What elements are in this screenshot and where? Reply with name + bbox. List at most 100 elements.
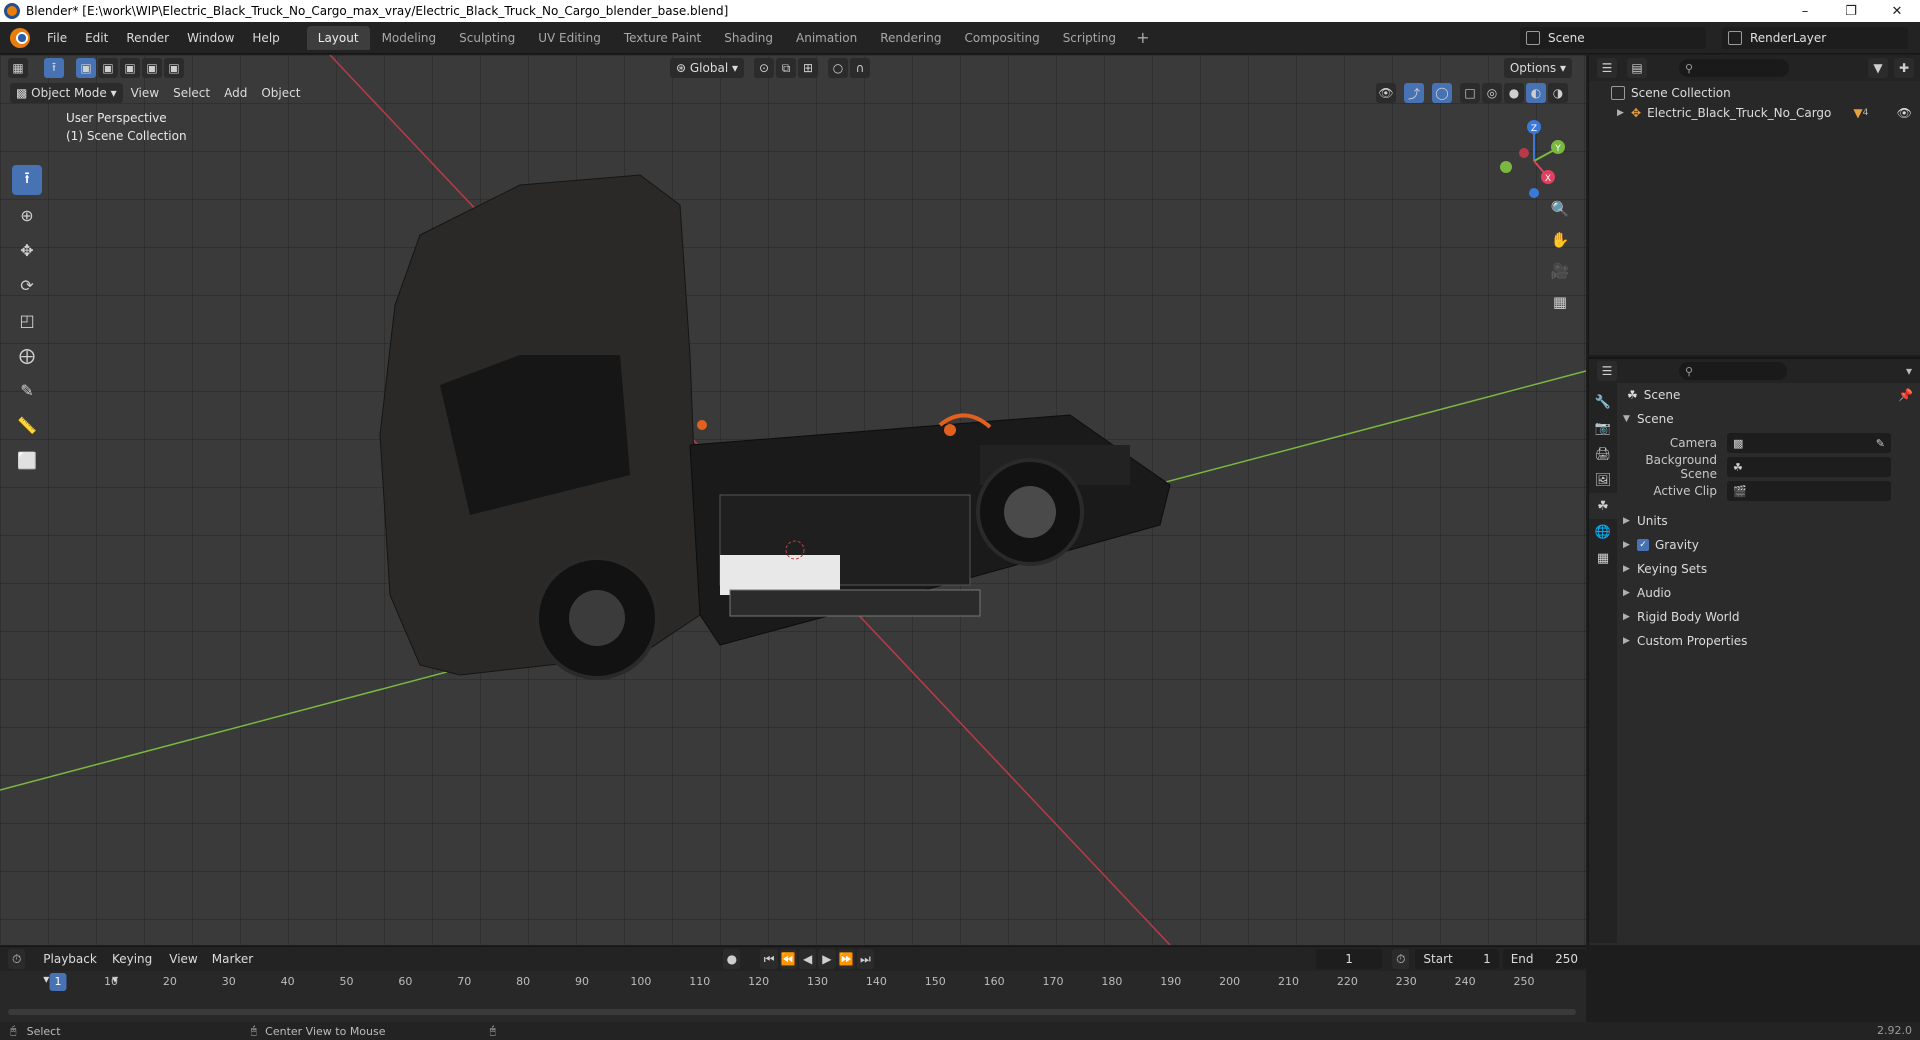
render-layer-selector[interactable]: RenderLayer — [1722, 27, 1908, 49]
background-scene-field[interactable]: ☘ — [1727, 457, 1891, 477]
menu-edit[interactable]: Edit — [76, 27, 117, 49]
snap-icon[interactable]: ⧉ — [776, 58, 796, 78]
ortho-grid-icon[interactable]: ▦ — [1546, 288, 1574, 316]
active-clip-field[interactable]: 🎬 — [1727, 481, 1891, 501]
tab-shading[interactable]: Shading — [713, 26, 784, 50]
visibility-icon[interactable]: 👁 — [1376, 83, 1396, 103]
camera-view-icon[interactable]: 🎥 — [1546, 257, 1574, 285]
add-cube-tool-icon[interactable]: ⬜ — [12, 445, 42, 475]
blender-logo-icon[interactable] — [10, 27, 30, 48]
menu-window[interactable]: Window — [178, 27, 243, 49]
select-new-icon[interactable]: ▣ — [76, 58, 96, 78]
select-invert-icon[interactable]: ▣ — [142, 58, 162, 78]
material-preview-icon[interactable]: ◐ — [1526, 83, 1546, 103]
zoom-icon[interactable]: 🔍 — [1546, 195, 1574, 223]
timeline-editor-icon[interactable]: ⏱ — [8, 949, 26, 969]
options-button[interactable]: Options ▾ — [1503, 58, 1572, 78]
outliner-object-row[interactable]: ▶ ✥ Electric_Black_Truck_No_Cargo ▼ 4 👁 — [1589, 103, 1920, 123]
outliner-search-input[interactable]: ⚲ — [1679, 59, 1789, 77]
play-reverse-icon[interactable]: ◀ — [799, 949, 817, 969]
current-frame-marker[interactable]: 1 — [49, 973, 67, 991]
tab-layout[interactable]: Layout — [306, 25, 370, 50]
pan-hand-icon[interactable]: ✋ — [1546, 226, 1574, 254]
tab-modeling[interactable]: Modeling — [371, 26, 448, 50]
tab-texture-paint[interactable]: Texture Paint — [613, 26, 712, 50]
properties-search-input[interactable]: ⚲ — [1679, 362, 1787, 380]
render-tab-icon[interactable]: 📷 — [1589, 415, 1617, 441]
measure-tool-icon[interactable]: 📏 — [12, 410, 42, 440]
scale-tool-icon[interactable]: ◰ — [12, 305, 42, 335]
navigation-gizmo[interactable]: Z Y X — [1492, 115, 1572, 205]
overlay-toggle-icon[interactable]: ◯ — [1432, 83, 1452, 103]
menu-file[interactable]: File — [38, 27, 76, 49]
world-tab-icon[interactable]: 🌐 — [1589, 519, 1617, 545]
viewport-menu-add[interactable]: Add — [218, 83, 253, 103]
camera-field[interactable]: ▩ ✎ — [1727, 433, 1891, 453]
eyedropper-icon[interactable]: ✎ — [1876, 437, 1885, 450]
properties-dropdown-icon[interactable]: ▾ — [1906, 364, 1912, 378]
transform-orientation-dropdown[interactable]: ⊛ Global ▾ — [670, 58, 744, 78]
timeline-menu-view[interactable]: View — [163, 949, 203, 969]
scene-panel-header[interactable]: ▼ Scene — [1617, 407, 1920, 431]
timeline-ruler[interactable]: 1 10 20 30 40 50 60 70 80 90 100 110 120 130 140 150 160… — [0, 971, 1586, 993]
cursor-tool-icon[interactable]: ⊕ — [12, 200, 42, 230]
viewport-menu-select[interactable]: Select — [167, 83, 216, 103]
jump-start-icon[interactable]: ⏮ — [760, 949, 778, 969]
gravity-panel[interactable]: ▶ ✓ Gravity — [1617, 533, 1920, 557]
expand-arrow-icon[interactable]: ▶ — [1617, 108, 1631, 118]
timeline-menu-keying[interactable]: Keying ▾ — [106, 949, 161, 986]
snap-target-icon[interactable]: ⊞ — [798, 58, 818, 78]
eye-visibility-icon[interactable]: 👁 — [1897, 106, 1912, 120]
add-workspace-button[interactable]: + — [1128, 26, 1157, 50]
editor-type-icon[interactable]: ▦ — [8, 58, 28, 78]
output-tab-icon[interactable]: 🖨 — [1589, 441, 1617, 467]
restore-button[interactable]: ❐ — [1828, 0, 1874, 22]
minimize-button[interactable]: – — [1782, 0, 1828, 22]
view-layer-tab-icon[interactable]: 🖼 — [1589, 467, 1617, 493]
outliner-scene-collection[interactable]: Scene Collection — [1589, 83, 1920, 103]
outliner-editor-icon[interactable]: ☰ — [1597, 58, 1617, 78]
custom-properties-panel[interactable]: ▶ Custom Properties — [1617, 629, 1920, 653]
rigid-body-panel[interactable]: ▶ Rigid Body World — [1617, 605, 1920, 629]
tab-sculpting[interactable]: Sculpting — [448, 26, 526, 50]
units-panel[interactable]: ▶ Units — [1617, 509, 1920, 533]
end-frame-field[interactable]: End 250 — [1502, 949, 1587, 969]
select-subtract-icon[interactable]: ▣ — [120, 58, 140, 78]
tool-tab-icon[interactable]: 🔧 — [1589, 389, 1617, 415]
viewport-menu-view[interactable]: View — [125, 83, 165, 103]
prev-keyframe-icon[interactable]: ⏪ — [779, 949, 798, 969]
select-box-tool-icon[interactable]: ⭱ — [12, 165, 42, 195]
timeline-scrollbar[interactable] — [8, 1009, 1576, 1015]
xray-toggle-icon[interactable]: □ — [1460, 83, 1480, 103]
timeline-menu-playback[interactable]: Playback ▾ — [37, 949, 104, 986]
scene-tab-icon[interactable]: ☘ — [1589, 493, 1617, 519]
menu-render[interactable]: Render — [117, 27, 178, 49]
start-frame-field[interactable]: Start 1 — [1415, 949, 1499, 969]
preview-range-icon[interactable]: ⏱ — [1392, 949, 1410, 969]
object-mode-dropdown[interactable]: ▩ Object Mode ▾ — [10, 83, 123, 103]
filter-icon[interactable]: ▼ — [1868, 58, 1888, 78]
current-frame-field[interactable]: 1 — [1316, 949, 1383, 969]
pivot-point-icon[interactable]: ⊙ — [754, 58, 774, 78]
select-extend-icon[interactable]: ▣ — [98, 58, 118, 78]
move-tool-icon[interactable]: ✥ — [12, 235, 42, 265]
proportional-edit-icon[interactable]: ○ — [828, 58, 848, 78]
record-icon[interactable]: ● — [723, 949, 741, 969]
solid-shading-icon[interactable]: ● — [1504, 83, 1524, 103]
play-icon[interactable]: ▶ — [818, 949, 836, 969]
pin-icon[interactable]: 📌 — [1898, 388, 1913, 402]
rendered-shading-icon[interactable]: ◑ — [1548, 83, 1568, 103]
gravity-checkbox[interactable]: ✓ — [1637, 539, 1649, 551]
3d-viewport[interactable]: ▦ ⭱ ▣ ▣ ▣ ▣ ▣ ⊛ Global ▾ ⊙ ⧉ ⊞ ○ ∩ Optio… — [0, 55, 1586, 945]
tab-rendering[interactable]: Rendering — [869, 26, 952, 50]
select-tool-icon[interactable]: ⭱ — [44, 58, 64, 78]
keying-sets-panel[interactable]: ▶ Keying Sets — [1617, 557, 1920, 581]
new-collection-icon[interactable]: ✚ — [1894, 58, 1914, 78]
transform-tool-icon[interactable]: ⨁ — [12, 340, 42, 370]
tab-uv-editing[interactable]: UV Editing — [527, 26, 612, 50]
falloff-icon[interactable]: ∩ — [850, 58, 870, 78]
select-intersect-icon[interactable]: ▣ — [164, 58, 184, 78]
close-window-button[interactable]: ✕ — [1874, 0, 1920, 22]
texture-tab-icon[interactable]: ▦ — [1589, 545, 1617, 571]
scene-selector[interactable]: Scene — [1520, 27, 1706, 49]
